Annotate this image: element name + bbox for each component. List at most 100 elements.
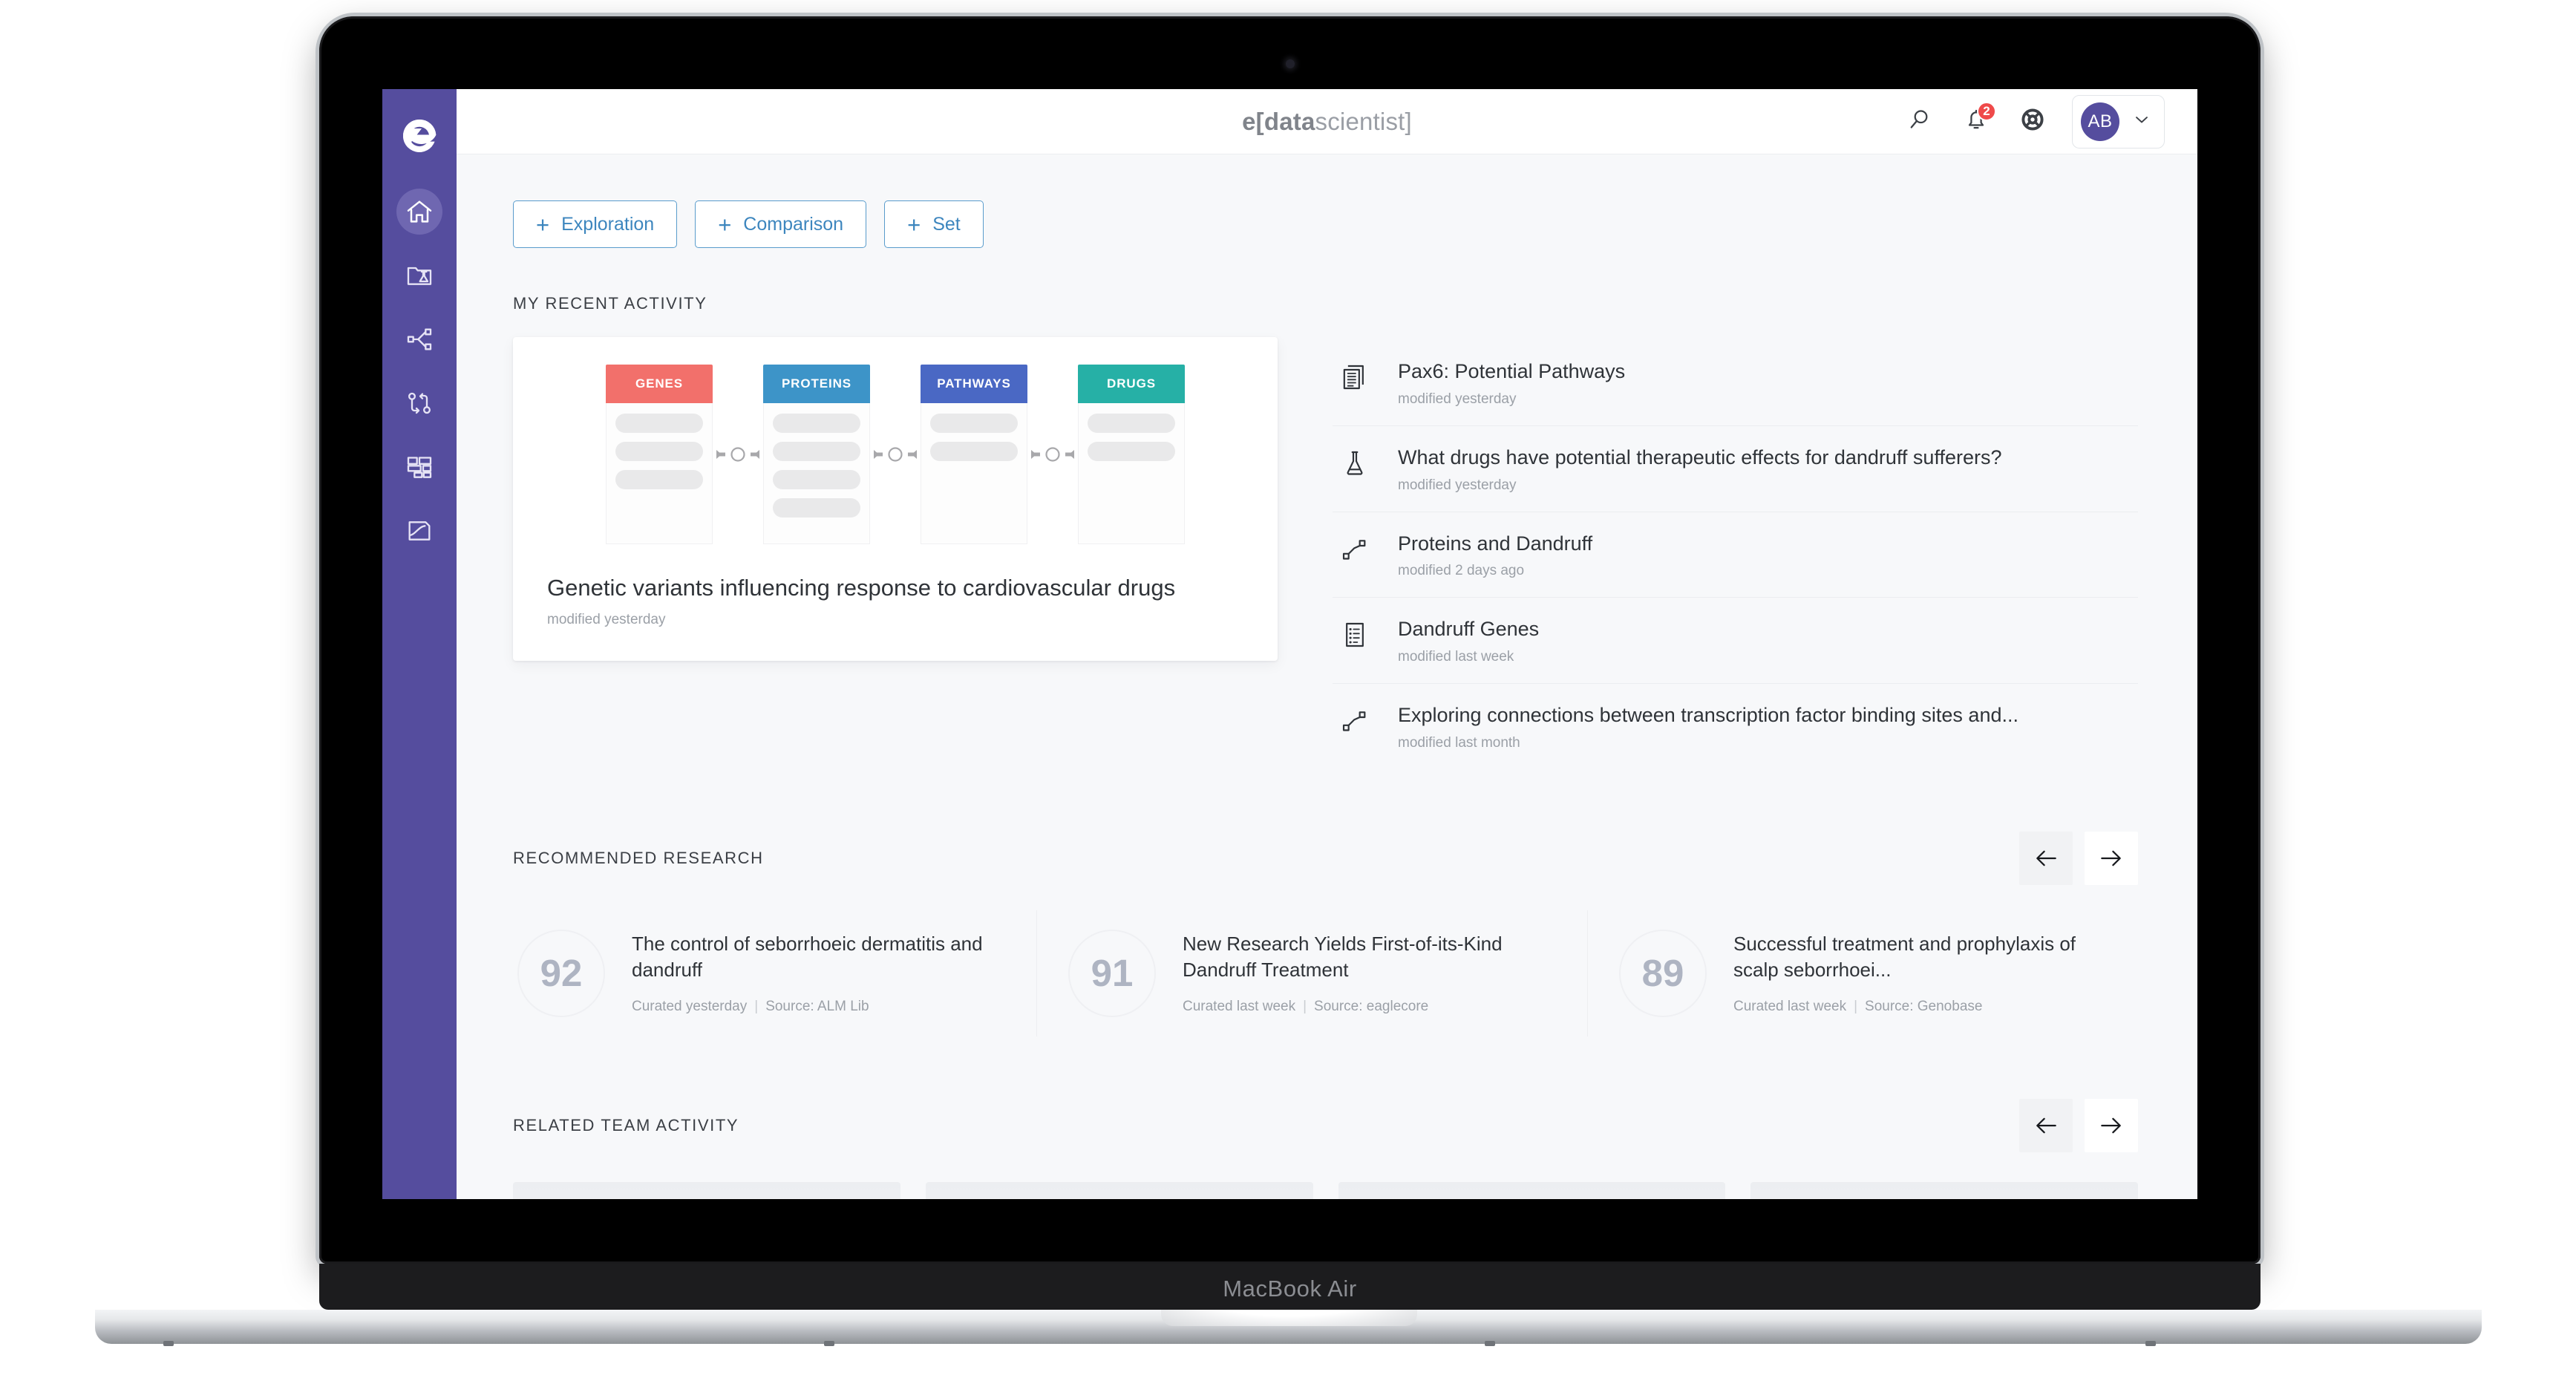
recommended-research-title: RECOMMENDED RESEARCH bbox=[513, 848, 764, 867]
topbar: e[datascientist] 2 AB bbox=[457, 89, 2197, 154]
base-foot bbox=[1485, 1341, 1495, 1346]
search-icon bbox=[1906, 106, 1933, 137]
help-button[interactable] bbox=[2016, 105, 2050, 139]
preview-row bbox=[615, 470, 703, 489]
node-graph-icon bbox=[1340, 532, 1373, 564]
preview-column-header: PROTEINS bbox=[763, 365, 870, 403]
recommended-research-row: 92 The control of seborrhoeic dermatitis… bbox=[513, 910, 2138, 1036]
research-title: The control of seborrhoeic dermatitis an… bbox=[632, 933, 983, 981]
notifications-button[interactable]: 2 bbox=[1959, 101, 1996, 139]
laptop-base bbox=[95, 1310, 2482, 1344]
team-next-button[interactable] bbox=[2085, 1098, 2138, 1152]
base-notch bbox=[1160, 1310, 1417, 1326]
team-activity-card[interactable] bbox=[925, 1181, 1313, 1199]
hero-card-title: Genetic variants influencing response to… bbox=[547, 575, 1176, 601]
recent-activity-list: Pax6: Potential Pathways modified yester… bbox=[1333, 340, 2138, 769]
new-set-label: Set bbox=[932, 213, 961, 235]
preview-row bbox=[1088, 414, 1175, 433]
preview-row bbox=[773, 414, 860, 433]
sidebar-item-workflows[interactable] bbox=[396, 380, 442, 426]
team-activity-title: RELATED TEAM ACTIVITY bbox=[513, 1115, 739, 1134]
list-item-meta: modified yesterday bbox=[1398, 391, 1517, 407]
research-source: Source: eaglecore bbox=[1314, 999, 1429, 1015]
preview-row bbox=[930, 414, 1018, 433]
preview-row bbox=[1088, 442, 1175, 461]
list-item[interactable]: Pax6: Potential Pathways modified yester… bbox=[1333, 340, 2138, 426]
team-carousel-nav bbox=[2019, 1098, 2138, 1152]
research-score: 92 bbox=[517, 929, 605, 1017]
preview-column-proteins: PROTEINS bbox=[763, 365, 870, 544]
preview-connector-icon bbox=[1027, 442, 1078, 467]
home-icon bbox=[405, 197, 434, 226]
sidebar-nav bbox=[382, 189, 457, 554]
list-item[interactable]: Proteins and Dandruff modified 2 days ag… bbox=[1333, 512, 2138, 598]
app-logo-icon[interactable] bbox=[382, 104, 457, 168]
avatar: AB bbox=[2081, 102, 2119, 141]
brand-light: scientist] bbox=[1315, 107, 1412, 135]
hero-card-meta: modified yesterday bbox=[547, 612, 666, 628]
flask-icon bbox=[1340, 445, 1373, 478]
list-item-title: Dandruff Genes bbox=[1398, 618, 1540, 641]
page-body: + Exploration + Comparison + Set MY RECE… bbox=[457, 154, 2197, 1199]
app-root: e[datascientist] 2 AB + Exploration + Co… bbox=[382, 89, 2197, 1199]
sidebar-item-home[interactable] bbox=[396, 189, 442, 235]
team-activity-header: RELATED TEAM ACTIVITY bbox=[513, 1098, 2138, 1152]
topbar-actions: 2 AB bbox=[1903, 94, 2165, 148]
team-activity-card[interactable] bbox=[1338, 1181, 1726, 1199]
sidebar-item-projects[interactable] bbox=[396, 252, 442, 298]
research-meta: Curated last week | Source: Genobase bbox=[1733, 999, 2102, 1015]
meta-separator: | bbox=[754, 999, 759, 1015]
preview-column-pathways: PATHWAYS bbox=[921, 365, 1027, 544]
research-meta: Curated yesterday | Source: ALM Lib bbox=[632, 999, 1001, 1015]
list-item[interactable]: Exploring connections between transcript… bbox=[1333, 684, 2138, 769]
research-card[interactable]: 91 New Research Yields First-of-its-Kind… bbox=[1036, 910, 1587, 1036]
preview-column-genes: GENES bbox=[606, 365, 713, 544]
screen: e[datascientist] 2 AB + Exploration + Co… bbox=[382, 89, 2197, 1199]
sidebar-item-network[interactable] bbox=[396, 316, 442, 362]
exploration-preview-graphic: GENES PROTEINS PATHWAYS DRUGS bbox=[513, 337, 1278, 560]
list-item[interactable]: Dandruff Genes modified last week bbox=[1333, 598, 2138, 684]
plus-icon: + bbox=[718, 211, 732, 238]
brand-bold: e[data bbox=[1242, 107, 1315, 135]
team-prev-button[interactable] bbox=[2019, 1098, 2073, 1152]
sidebar-item-archive[interactable] bbox=[396, 508, 442, 554]
documents-stack-icon bbox=[1340, 359, 1373, 392]
research-card[interactable]: 92 The control of seborrhoeic dermatitis… bbox=[513, 910, 1036, 1036]
preview-column-body bbox=[921, 403, 1027, 544]
list-document-icon bbox=[1340, 617, 1373, 650]
sidebar-item-datasets[interactable] bbox=[396, 444, 442, 490]
new-set-button[interactable]: + Set bbox=[884, 200, 984, 248]
new-exploration-button[interactable]: + Exploration bbox=[513, 200, 678, 248]
arrow-right-icon bbox=[2097, 844, 2125, 872]
research-title: New Research Yields First-of-its-Kind Da… bbox=[1183, 933, 1503, 981]
recent-activity-title: MY RECENT ACTIVITY bbox=[513, 294, 707, 313]
swap-nodes-icon bbox=[405, 388, 434, 418]
preview-connector-icon bbox=[870, 442, 921, 467]
share-network-icon bbox=[405, 324, 434, 354]
search-button[interactable] bbox=[1903, 105, 1937, 139]
preview-column-body bbox=[606, 403, 713, 544]
lifebuoy-icon bbox=[2019, 106, 2046, 137]
list-item[interactable]: What drugs have potential therapeutic ef… bbox=[1333, 426, 2138, 512]
list-item-meta: modified last week bbox=[1398, 649, 1514, 665]
research-card[interactable]: 89 Successful treatment and prophylaxis … bbox=[1587, 910, 2138, 1036]
team-activity-card[interactable] bbox=[1750, 1181, 2138, 1199]
recommended-next-button[interactable] bbox=[2085, 831, 2138, 885]
preview-row bbox=[615, 414, 703, 433]
folder-document-icon bbox=[405, 516, 434, 546]
team-activity-card[interactable] bbox=[513, 1181, 900, 1199]
recent-hero-card[interactable]: GENES PROTEINS PATHWAYS DRUGS Genetic va… bbox=[513, 337, 1278, 662]
recommended-prev-button[interactable] bbox=[2019, 831, 2073, 885]
plus-icon: + bbox=[536, 211, 550, 238]
research-source: Source: ALM Lib bbox=[765, 999, 869, 1015]
new-comparison-button[interactable]: + Comparison bbox=[695, 200, 867, 248]
meta-separator: | bbox=[1854, 999, 1858, 1015]
laptop-lid: e[datascientist] 2 AB + Exploration + Co… bbox=[319, 16, 2260, 1264]
arrow-right-icon bbox=[2097, 1111, 2125, 1140]
list-item-meta: modified yesterday bbox=[1398, 477, 1517, 493]
research-curated: Curated last week bbox=[1733, 999, 1847, 1015]
research-curated: Curated yesterday bbox=[632, 999, 748, 1015]
preview-column-body bbox=[1078, 403, 1185, 544]
list-item-meta: modified last month bbox=[1398, 734, 1520, 751]
account-menu-button[interactable]: AB bbox=[2072, 94, 2165, 148]
